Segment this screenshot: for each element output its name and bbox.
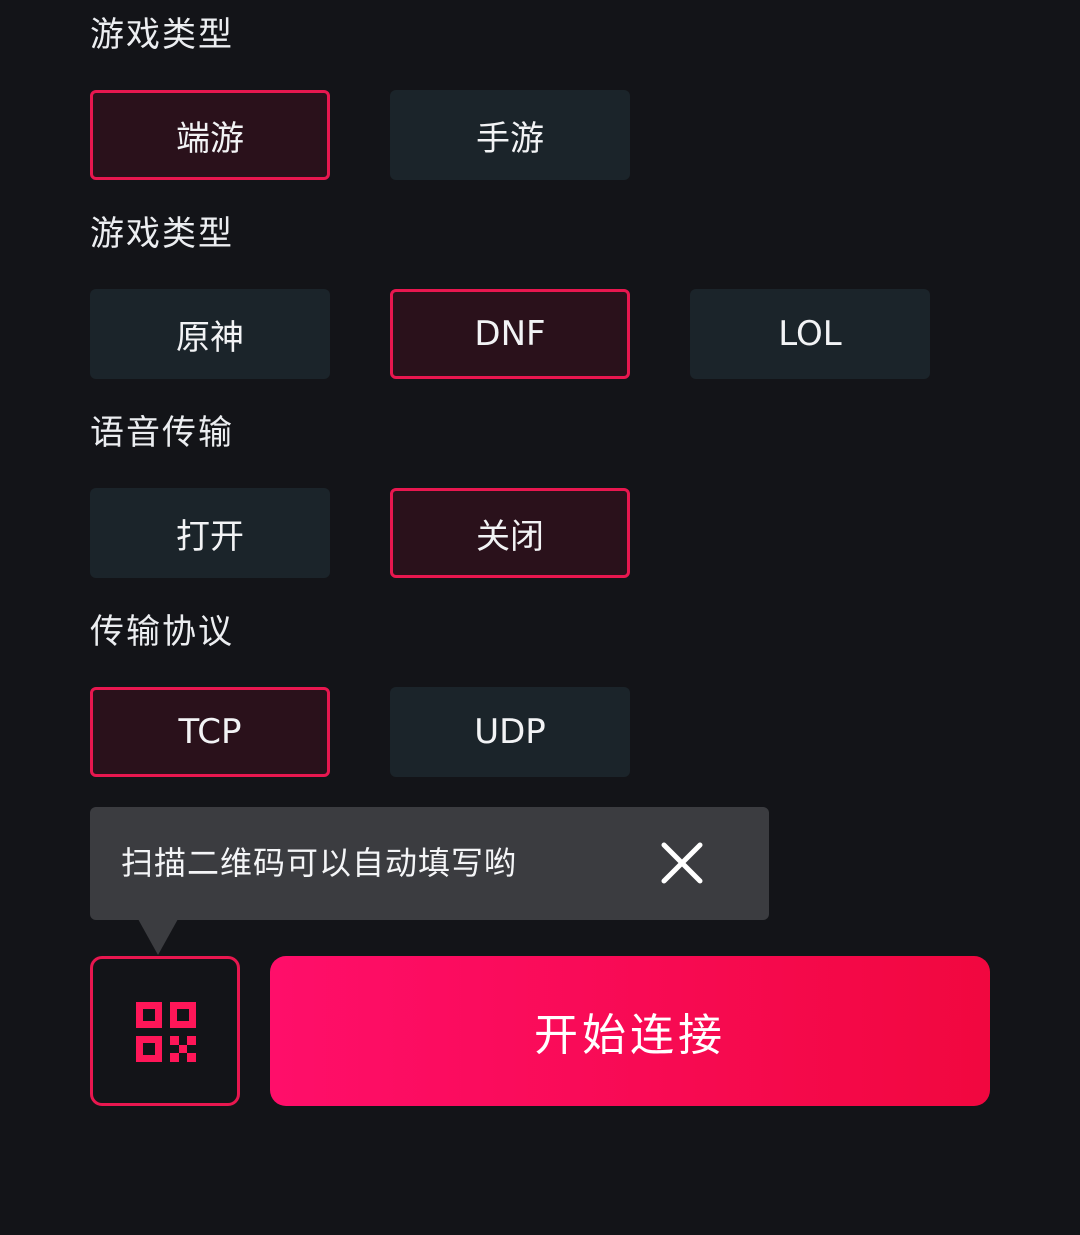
section-label-game-type: 游戏类型 <box>90 15 234 55</box>
section-label-game-type-2: 游戏类型 <box>90 214 234 254</box>
option-voice-on[interactable]: 打开 <box>90 488 330 578</box>
close-icon[interactable] <box>656 837 708 889</box>
option-genshin[interactable]: 原神 <box>90 289 330 379</box>
start-connect-button[interactable]: 开始连接 <box>270 956 990 1106</box>
tooltip-text: 扫描二维码可以自动填写哟 <box>121 844 518 882</box>
qr-hint-tooltip: 扫描二维码可以自动填写哟 <box>90 807 769 920</box>
section-label-protocol: 传输协议 <box>90 612 234 652</box>
section-label-voice: 语音传输 <box>90 413 234 453</box>
option-tcp[interactable]: TCP <box>90 687 330 777</box>
qr-scan-button[interactable] <box>90 956 240 1106</box>
option-pc-game[interactable]: 端游 <box>90 90 330 180</box>
tooltip-pointer <box>138 919 178 955</box>
qr-code-icon <box>136 1002 196 1062</box>
option-udp[interactable]: UDP <box>390 687 630 777</box>
option-voice-off[interactable]: 关闭 <box>390 488 630 578</box>
option-mobile-game[interactable]: 手游 <box>390 90 630 180</box>
option-dnf[interactable]: DNF <box>390 289 630 379</box>
option-lol[interactable]: LOL <box>690 289 930 379</box>
